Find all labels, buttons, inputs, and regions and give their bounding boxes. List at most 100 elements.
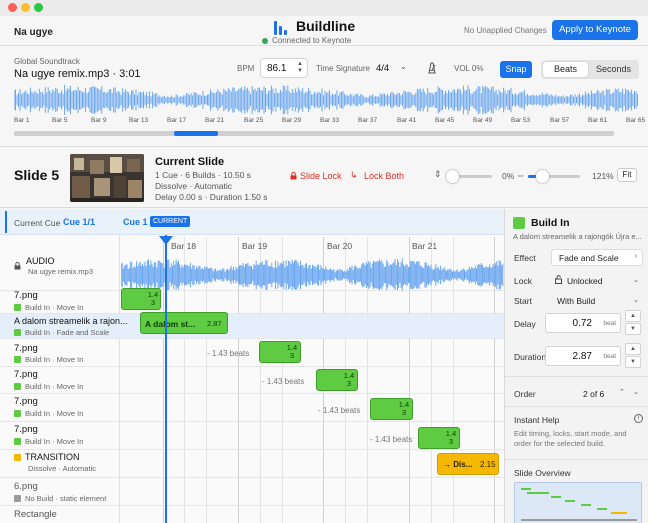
snap-toggle[interactable]: Snap bbox=[500, 61, 532, 78]
chevron-down-icon[interactable]: ⌄ bbox=[633, 296, 639, 304]
gap-label: - 1.43 beats bbox=[262, 377, 305, 386]
chevron-up-icon[interactable]: ⌃ bbox=[619, 388, 625, 396]
duration-stepper[interactable]: ▲ ▼ bbox=[625, 343, 641, 369]
soundtrack-waveform[interactable] bbox=[14, 85, 639, 115]
chevron-down-icon[interactable]: ▼ bbox=[625, 356, 641, 368]
document-title: Na ugye bbox=[14, 27, 53, 38]
chevron-up-icon[interactable]: ▲ bbox=[625, 343, 641, 355]
chevron-down-icon[interactable]: ▼ bbox=[625, 323, 641, 335]
clip-duration: 1.4 3 bbox=[398, 400, 410, 417]
info-icon[interactable]: i bbox=[634, 414, 643, 423]
build-color-icon bbox=[14, 356, 21, 363]
bar-heading: Bar 21 bbox=[412, 241, 438, 251]
static-row-name[interactable]: 6.png bbox=[14, 481, 38, 492]
soundtrack-section: Global Soundtrack Na ugye remix.mp3 · 3:… bbox=[0, 47, 648, 147]
close-window-button[interactable] bbox=[8, 3, 17, 12]
cue-row[interactable]: Current Cue Cue 1/1 Cue 1 CURRENT bbox=[0, 209, 504, 235]
overview-viewport-thumb[interactable] bbox=[174, 131, 218, 136]
clip-duration: 1.4 3 bbox=[147, 290, 159, 307]
delay-stepper[interactable]: ▲ ▼ bbox=[625, 310, 641, 336]
transition-clip[interactable]: → Dis... 2.15 bbox=[437, 453, 499, 475]
audio-waveform[interactable] bbox=[121, 258, 504, 292]
playhead[interactable] bbox=[165, 235, 167, 523]
build-color-icon bbox=[14, 383, 21, 390]
slide-lock-button[interactable]: Slide Lock bbox=[300, 171, 342, 181]
build-row-name[interactable]: 7.png bbox=[14, 424, 38, 435]
build-clip[interactable]: 1.4 3 bbox=[418, 427, 460, 449]
clip-duration: 2.87 bbox=[207, 319, 222, 328]
audio-track-file: Na ugye remix.mp3 bbox=[28, 267, 94, 276]
row-divider bbox=[0, 290, 504, 291]
build-row-action: Build In · Move In bbox=[14, 409, 83, 418]
duration-field[interactable]: 2.87 beat bbox=[545, 346, 621, 366]
inspector-title: Build In bbox=[531, 217, 570, 229]
bpm-stepper[interactable]: 86.1 ▲ ▼ bbox=[260, 58, 308, 78]
build-clip[interactable]: 1.4 3 bbox=[370, 398, 413, 420]
build-row-action: Build In · Move In bbox=[14, 355, 83, 364]
start-select[interactable]: With Build bbox=[557, 296, 595, 306]
apply-to-keynote-button[interactable]: Apply to Keynote bbox=[552, 20, 638, 40]
lock-both-button[interactable]: Lock Both bbox=[364, 171, 404, 181]
delay-field[interactable]: 0.72 beat bbox=[545, 313, 621, 333]
build-row-name[interactable]: 7.png bbox=[14, 343, 38, 354]
overview-bar-label: Bar 29 bbox=[282, 117, 302, 124]
gap-label: - 1.43 beats bbox=[370, 435, 413, 444]
chevron-up-icon[interactable]: ▲ bbox=[297, 61, 303, 67]
slide-overview-title: Slide Overview bbox=[514, 468, 571, 478]
beats-segment[interactable]: Beats bbox=[543, 62, 588, 77]
arrow-icon: ↳ bbox=[350, 170, 358, 180]
zoom-window-button[interactable] bbox=[34, 3, 43, 12]
metronome-icon[interactable] bbox=[426, 62, 438, 74]
minimize-window-button[interactable] bbox=[21, 3, 30, 12]
title-bar bbox=[0, 0, 648, 16]
chevron-down-icon[interactable]: ⌄ bbox=[633, 388, 639, 396]
order-value: 2 of 6 bbox=[583, 389, 605, 399]
chevron-up-icon[interactable]: ▲ bbox=[625, 310, 641, 322]
build-clip-selected[interactable]: A dalom st... 2.87 bbox=[140, 312, 228, 334]
overview-build-bar bbox=[565, 500, 575, 502]
build-clip[interactable]: 1.4 3 bbox=[316, 369, 358, 391]
rectangle-row-name[interactable]: Rectangle bbox=[14, 509, 57, 520]
current-cue-label: Current Cue bbox=[14, 218, 61, 228]
instant-help-text: Edit timing, locks, start mode, and orde… bbox=[514, 429, 627, 448]
playhead-handle[interactable] bbox=[159, 236, 173, 245]
overview-build-bar bbox=[597, 508, 607, 510]
slider-knob[interactable] bbox=[536, 170, 549, 183]
bpm-value[interactable]: 86.1 bbox=[267, 63, 286, 74]
chevron-down-icon[interactable]: ⌄ bbox=[633, 276, 639, 284]
horizontal-zoom-slider[interactable] bbox=[528, 170, 580, 183]
start-label: Start bbox=[514, 296, 532, 306]
slider-knob[interactable] bbox=[446, 170, 459, 183]
build-row-name[interactable]: A dalom streamelik a rajon... bbox=[14, 316, 128, 326]
duration-value[interactable]: 2.87 bbox=[573, 351, 592, 362]
overview-scrollbar[interactable] bbox=[14, 131, 614, 136]
build-row-name[interactable]: 7.png bbox=[14, 369, 38, 380]
slide-thumbnail[interactable] bbox=[70, 154, 144, 202]
cue-count[interactable]: Cue 1/1 bbox=[63, 217, 95, 227]
cue-name[interactable]: Cue 1 bbox=[123, 217, 148, 227]
volume-readout[interactable]: VOL 0% bbox=[454, 64, 484, 73]
fit-button[interactable]: Fit bbox=[617, 168, 637, 182]
time-signature-select[interactable]: 4/4 bbox=[376, 63, 389, 74]
gap-label: - 1.43 beats bbox=[318, 406, 361, 415]
vertical-zoom-value: 0% bbox=[502, 171, 515, 181]
build-row-name[interactable]: 7.png bbox=[14, 290, 38, 301]
clip-duration: 1.4 3 bbox=[445, 429, 457, 446]
effect-select[interactable]: Fade and Scale › bbox=[551, 249, 643, 266]
build-row-name[interactable]: 7.png bbox=[14, 396, 38, 407]
build-clip[interactable]: 1.4 3 bbox=[121, 288, 161, 310]
build-color-icon bbox=[14, 438, 21, 445]
vertical-zoom-slider[interactable] bbox=[446, 170, 492, 183]
chevron-down-icon[interactable]: ⌄ bbox=[400, 62, 407, 71]
transition-row-name[interactable]: TRANSITION bbox=[14, 452, 80, 462]
lock-select[interactable]: Unlocked bbox=[567, 276, 602, 286]
chevron-down-icon[interactable]: ▼ bbox=[297, 68, 303, 74]
build-clip[interactable]: 1.4 3 bbox=[259, 341, 301, 363]
transition-color-icon bbox=[14, 454, 21, 461]
row-divider bbox=[0, 393, 504, 394]
overview-bar-labels: Bar 1 Bar 5 Bar 9 Bar 13 Bar 17 Bar 21 Bar 25 B… bbox=[14, 117, 645, 127]
delay-value[interactable]: 0.72 bbox=[573, 318, 592, 329]
slide-overview-minimap[interactable] bbox=[514, 482, 642, 523]
order-label: Order bbox=[514, 389, 536, 399]
seconds-segment[interactable]: Seconds bbox=[590, 62, 637, 77]
